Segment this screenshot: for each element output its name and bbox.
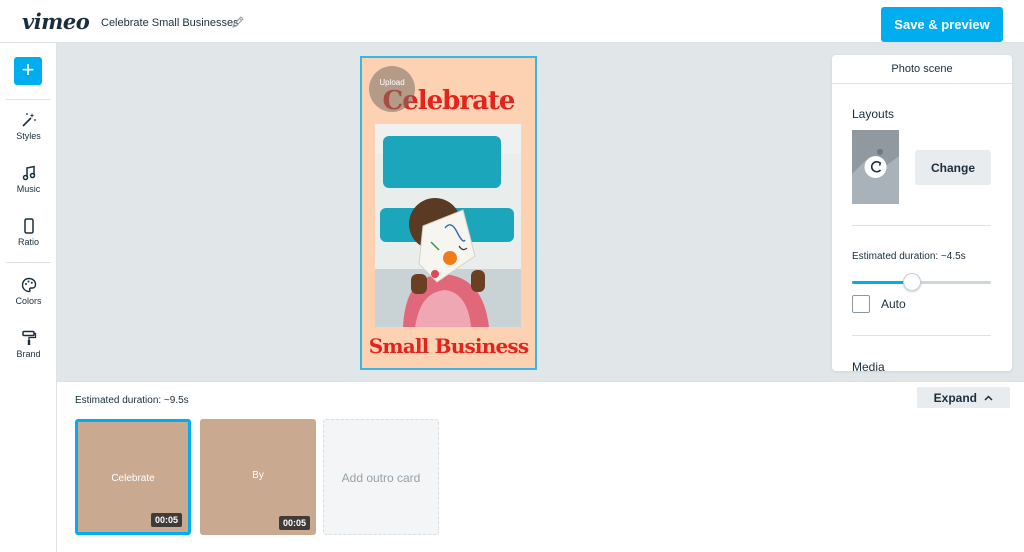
duration-slider-handle[interactable] [902, 273, 921, 291]
sidebar-item-label: Music [16, 184, 41, 194]
phone-ratio-icon [23, 218, 34, 234]
add-button[interactable]: + [14, 57, 42, 85]
photo-scene-panel: Photo scene Layouts Change Estimated dur… [832, 55, 1012, 371]
save-preview-button[interactable]: Save & preview [881, 7, 1003, 42]
sidebar-item-colors[interactable]: Colors [0, 277, 57, 306]
sidebar-item-brand[interactable]: Brand [0, 330, 57, 359]
upload-label: Upload [379, 78, 405, 87]
scene-preview-card[interactable]: Celebrate Upload Small Business [360, 56, 537, 370]
music-note-icon [22, 165, 35, 181]
sidebar-item-label: Brand [16, 349, 41, 359]
media-heading: Media [852, 360, 885, 371]
sidebar-item-ratio[interactable]: Ratio [0, 218, 57, 247]
sidebar-item-styles[interactable]: Styles [0, 112, 57, 141]
layout-thumbnail[interactable] [852, 130, 899, 204]
top-bar: vimeo Celebrate Small Businesses Save & … [0, 0, 1024, 43]
timeline-clip[interactable]: By 00:05 [200, 419, 316, 535]
clip-label: Celebrate [111, 473, 155, 484]
expand-label: Expand [933, 390, 977, 405]
change-layout-button[interactable]: Change [915, 150, 991, 185]
left-sidebar: + Styles Music Ratio Colors Brand [0, 43, 57, 552]
auto-label: Auto [881, 297, 906, 311]
vimeo-logo[interactable]: vimeo [22, 9, 90, 34]
duration-slider[interactable] [852, 273, 991, 291]
sidebar-item-label: Colors [15, 296, 42, 306]
chevron-up-icon [984, 394, 993, 401]
upload-indicator[interactable]: Upload [369, 66, 415, 112]
panel-divider [852, 225, 991, 226]
sidebar-divider [6, 99, 51, 100]
timeline-clip[interactable]: Celebrate 00:05 [75, 419, 191, 535]
card-subtitle-text[interactable]: Small Business [362, 334, 535, 358]
photo-image [375, 124, 521, 327]
sidebar-item-label: Styles [16, 131, 41, 141]
paint-roller-icon [21, 330, 36, 345]
sidebar-item-music[interactable]: Music [0, 165, 57, 194]
auto-checkbox[interactable] [852, 295, 870, 313]
add-outro-card[interactable]: Add outro card [323, 419, 439, 535]
palette-icon [21, 277, 36, 293]
project-title[interactable]: Celebrate Small Businesses [101, 17, 239, 29]
layouts-heading: Layouts [852, 107, 895, 121]
pencil-icon[interactable] [231, 15, 245, 29]
sidebar-item-label: Ratio [17, 237, 39, 247]
timeline-area: Estimated duration: ~9.5s Expand Celebra… [57, 381, 1024, 552]
clip-duration-badge: 00:05 [150, 513, 182, 527]
sidebar-divider [6, 262, 51, 263]
layout-preview-image [852, 130, 899, 204]
panel-title: Photo scene [832, 55, 1012, 84]
clip-label: By [252, 470, 264, 481]
clip-duration-badge: 00:05 [278, 516, 310, 530]
panel-divider [852, 335, 991, 336]
scene-photo[interactable] [375, 124, 521, 327]
scene-duration-label: Estimated duration: ~4.5s [852, 251, 966, 262]
expand-button[interactable]: Expand [917, 387, 1010, 408]
magic-wand-icon [21, 113, 36, 127]
video-duration-label: Estimated duration: ~9.5s [75, 395, 189, 406]
